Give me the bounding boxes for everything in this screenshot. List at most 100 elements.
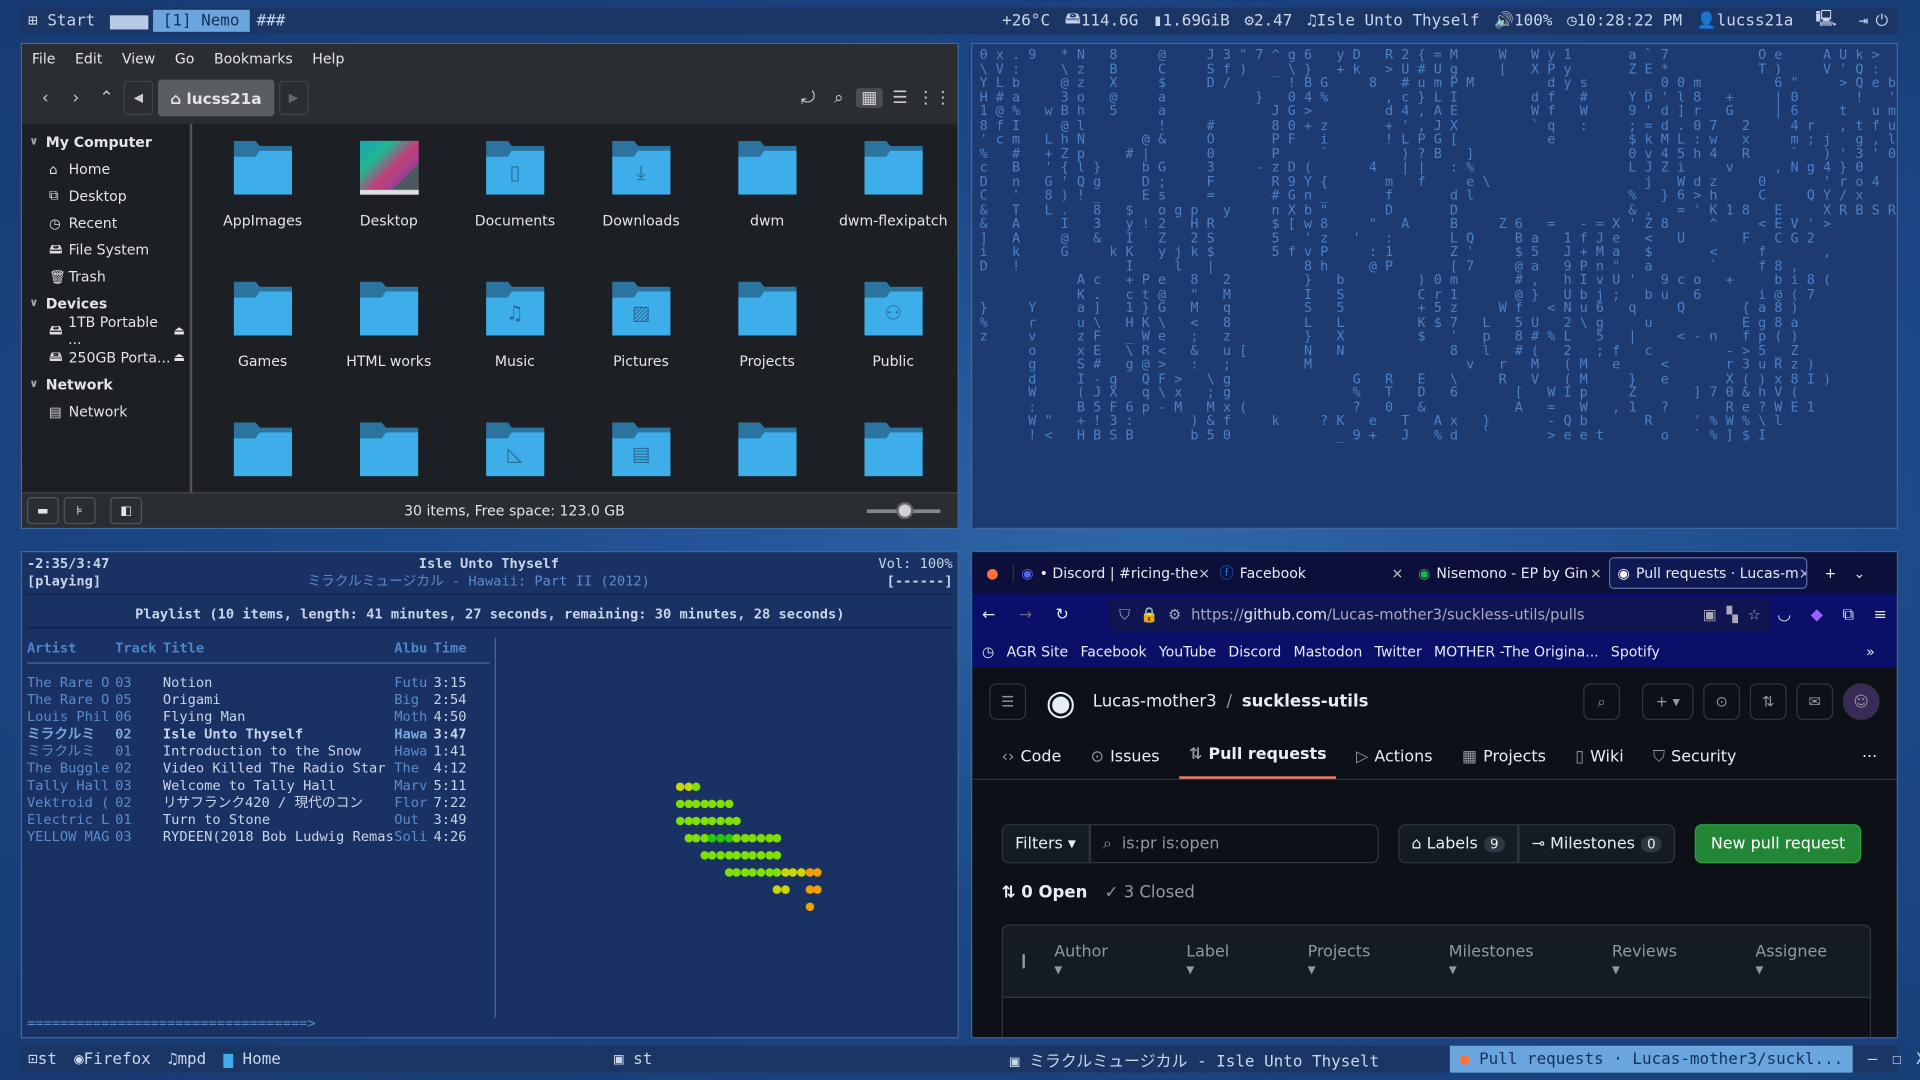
back-icon[interactable]: ‹ xyxy=(32,88,59,108)
zoom-slider[interactable] xyxy=(866,502,941,520)
file-item[interactable]: dwm xyxy=(704,140,830,282)
eject-icon[interactable]: ⏏ xyxy=(173,351,185,364)
bookmark-item[interactable]: Twitter xyxy=(1375,643,1422,660)
file-item[interactable]: Projects xyxy=(704,281,830,423)
bookmark-item[interactable]: Facebook xyxy=(1080,643,1146,660)
browser-tab[interactable]: ⓕ Facebook × xyxy=(1212,557,1410,589)
close-tab-icon[interactable]: × xyxy=(1198,564,1210,581)
close-tab-icon[interactable]: × xyxy=(1590,564,1602,581)
chevron-down-icon[interactable]: ∨ xyxy=(29,378,38,390)
task-st[interactable]: ⊡st xyxy=(28,1050,57,1068)
close-tab-icon[interactable]: × xyxy=(1391,564,1403,581)
path-left-button[interactable]: ◀ xyxy=(123,80,154,116)
bookmark-item[interactable]: Spotify xyxy=(1611,643,1660,660)
logout-icon[interactable]: ⇥ xyxy=(1859,12,1869,30)
repo-name-link[interactable]: suckless-utils xyxy=(1242,692,1369,712)
repo-tab-projects[interactable]: ▦ Projects xyxy=(1452,748,1556,779)
reload-icon[interactable]: ↻ xyxy=(1056,606,1110,624)
sidebar-item[interactable]: 🖴 1TB Portable ... ⏏ xyxy=(22,313,190,347)
active-tag[interactable]: [1] Nemo xyxy=(152,9,250,32)
filters-button[interactable]: Filters ▾ xyxy=(1001,824,1090,864)
network-icon[interactable]: 🖳 xyxy=(1815,7,1836,34)
filter-author[interactable]: Author ▾ xyxy=(1054,943,1147,980)
repo-tab-actions[interactable]: ▷ Actions xyxy=(1346,748,1442,779)
bookmark-item[interactable]: YouTube xyxy=(1159,643,1216,660)
menu-bookmarks[interactable]: Bookmarks xyxy=(214,50,293,67)
bookmark-item[interactable]: Mastodon xyxy=(1294,643,1363,660)
toggle-sidebar-button[interactable]: ◧ xyxy=(110,497,143,525)
window-st[interactable]: ▣ st xyxy=(614,1050,652,1068)
menu-view[interactable]: View xyxy=(122,50,155,67)
browser-tab[interactable]: ◉ Pull requests · Lucas-m× xyxy=(1608,557,1808,589)
places-button[interactable]: ▬ xyxy=(26,497,59,525)
tree-button[interactable]: ⊧ xyxy=(63,497,96,525)
new-tab-icon[interactable]: + xyxy=(1824,564,1836,581)
file-item[interactable]: ▨ Pictures xyxy=(578,281,704,423)
power-icon[interactable]: ⏻ xyxy=(1876,12,1889,30)
sidebar-header[interactable]: ∨ My Computer xyxy=(22,129,190,156)
menu-icon[interactable]: ≡ xyxy=(1874,606,1887,624)
search-icon[interactable]: ⌕ xyxy=(1583,683,1621,721)
bookmark-item[interactable]: AGR Site xyxy=(1007,643,1069,660)
search-input[interactable]: ⌕ is:pr is:open xyxy=(1089,824,1379,864)
file-item[interactable]: ⚇ Public xyxy=(830,281,956,423)
repo-tab-issues[interactable]: ⊙ Issues xyxy=(1081,748,1170,779)
file-item[interactable]: Desktop xyxy=(326,140,452,282)
search-icon[interactable]: ⌕ xyxy=(825,88,852,108)
extensions-icon[interactable]: ⧉ xyxy=(1843,606,1854,624)
sidebar-header[interactable]: ∨ Network xyxy=(22,371,190,398)
breadcrumb-home[interactable]: ⌂ lucss21a xyxy=(157,79,274,117)
ncmpcpp-window[interactable]: -2:35/3:47 [playing] Isle Unto Thyself ミ… xyxy=(20,551,959,1039)
task-firefox[interactable]: ◉Firefox xyxy=(74,1050,151,1068)
filter-assignee[interactable]: Assignee ▾ xyxy=(1755,943,1866,980)
task-mpd[interactable]: ♫mpd xyxy=(168,1050,206,1068)
extension-icon[interactable]: ◆ xyxy=(1811,606,1823,624)
menu-go[interactable]: Go xyxy=(175,50,195,67)
path-right-button[interactable]: ▶ xyxy=(278,80,309,116)
bookmark-star-icon[interactable]: ☆ xyxy=(1748,606,1761,623)
task-home[interactable]: ▆ Home xyxy=(223,1050,281,1068)
file-item[interactable]: AppImages xyxy=(200,140,326,282)
avatar[interactable]: ☺ xyxy=(1842,683,1880,721)
open-prs-link[interactable]: ⇅ 0 Open xyxy=(1002,883,1088,903)
bookmark-item[interactable]: MOTHER -The Origina... xyxy=(1434,643,1599,660)
menu-edit[interactable]: Edit xyxy=(75,50,102,67)
layout-indicator[interactable]: ### xyxy=(249,12,292,30)
icon-view-icon[interactable]: ▦ xyxy=(855,88,883,108)
close-tab-icon[interactable]: × xyxy=(1799,564,1806,581)
labels-button[interactable]: ⌂ Labels 9 xyxy=(1397,824,1519,864)
new-pull-request-button[interactable]: New pull request xyxy=(1694,824,1862,864)
inbox-icon[interactable]: ✉ xyxy=(1796,683,1834,721)
file-item[interactable]: ♫ Music xyxy=(452,281,578,423)
chevron-down-icon[interactable]: ∨ xyxy=(29,136,38,148)
pull-requests-icon[interactable]: ⇅ xyxy=(1749,683,1787,721)
back-icon[interactable]: ← xyxy=(982,606,1019,624)
more-icon[interactable]: ··· xyxy=(1862,748,1877,766)
file-item[interactable]: dwm-flexipatch xyxy=(830,140,956,282)
sidebar-item[interactable]: 🗑 Trash xyxy=(22,263,190,290)
issues-icon[interactable]: ⊙ xyxy=(1703,683,1741,721)
extensions-grid-icon[interactable]: ▚ xyxy=(1727,606,1738,623)
list-view-icon[interactable]: ☰ xyxy=(887,88,914,108)
minimize-icon[interactable]: – xyxy=(1868,1050,1878,1068)
browser-tab[interactable]: ◉ • Discord | #ricing-the × xyxy=(1014,557,1212,589)
closed-prs-link[interactable]: ✓ 3 Closed xyxy=(1105,883,1195,903)
repo-tab-security[interactable]: ⛉ Security xyxy=(1643,748,1746,779)
close-icon[interactable]: X xyxy=(1916,1050,1920,1068)
list-tabs-icon[interactable]: ⌄ xyxy=(1853,564,1865,581)
sidebar-item[interactable]: 🖴 250GB Porta... ⏏ xyxy=(22,344,190,371)
repo-tab-code[interactable]: ‹› Code xyxy=(992,748,1071,779)
terminal-matrix[interactable]: 0 x . 9 * N 8 @ J 3 " 7 ^ g 6 y D R 2 { … xyxy=(971,42,1898,529)
reader-icon[interactable]: ▣ xyxy=(1703,606,1717,623)
more-bookmarks-icon[interactable]: » xyxy=(1866,643,1875,660)
location-toggle-icon[interactable]: ⤾ xyxy=(795,88,822,108)
sidebar-item[interactable]: ⌂ Home xyxy=(22,156,190,183)
start-button[interactable]: ⊞ Start xyxy=(21,12,103,30)
milestones-button[interactable]: ⊸ Milestones 0 xyxy=(1518,824,1676,864)
sidebar-item[interactable]: ◷ Recent xyxy=(22,209,190,236)
sidebar-item[interactable]: 🖴 File System xyxy=(22,236,190,263)
menu-file[interactable]: File xyxy=(32,50,56,67)
tag-grid-icon[interactable]: ▆▆▆▆▆ xyxy=(103,12,153,30)
progress-bar[interactable]: ==================================> xyxy=(27,1015,316,1032)
repo-tab-pull-requests[interactable]: ⇅ Pull requests xyxy=(1179,746,1337,779)
